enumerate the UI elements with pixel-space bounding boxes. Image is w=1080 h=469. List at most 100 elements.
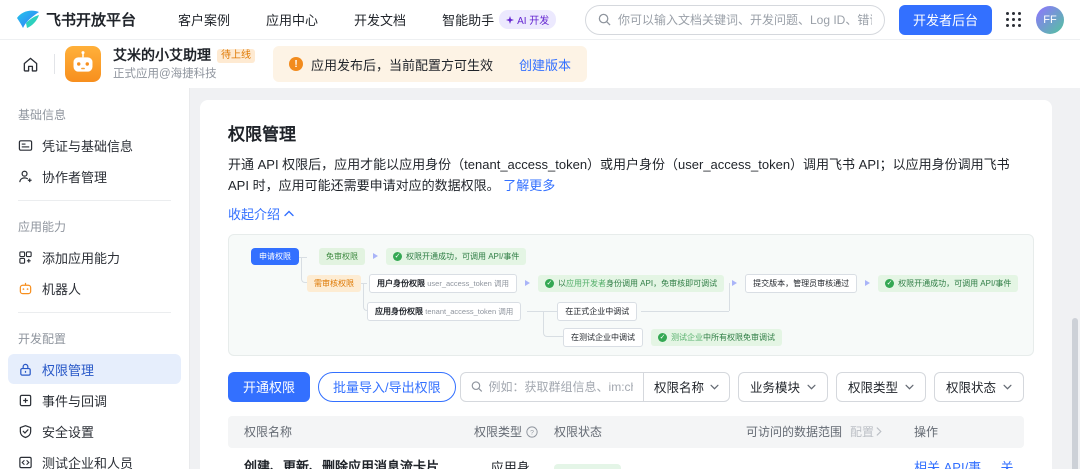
code-icon bbox=[19, 456, 32, 468]
divider bbox=[18, 200, 171, 201]
search-icon bbox=[598, 13, 611, 26]
col-action: 操作 bbox=[914, 425, 939, 440]
sidebar-item-collaborators[interactable]: 协作者管理 bbox=[8, 161, 181, 191]
global-search[interactable] bbox=[584, 4, 885, 35]
chevron-right-icon bbox=[876, 427, 882, 437]
home-button[interactable] bbox=[16, 50, 44, 78]
filter-business-module[interactable]: 业务模块 bbox=[737, 371, 828, 402]
table-toolbar: 开通权限 批量导入/导出权限 权限名称 bbox=[228, 371, 1024, 402]
chevron-down-icon bbox=[710, 384, 719, 390]
arrow-right-icon bbox=[732, 280, 738, 287]
publish-notice-banner: ! 应用发布后，当前配置方可生效 创建版本 bbox=[273, 46, 588, 82]
nav-item-ai-assistant[interactable]: 智能助手 AI 开发 bbox=[428, 10, 570, 29]
need-review-node: 需审核权限 bbox=[307, 274, 361, 292]
nav-item-app-center[interactable]: 应用中心 bbox=[252, 10, 332, 29]
sidebar-section-capability: 应用能力 bbox=[18, 220, 67, 234]
no-review-node: 免审权限 bbox=[319, 247, 365, 265]
app-subtitle: 正式应用@海捷科技 bbox=[113, 67, 217, 80]
collapse-intro-link[interactable]: 收起介绍 bbox=[228, 204, 294, 223]
scrollbar[interactable] bbox=[1072, 318, 1078, 469]
sidebar: 基础信息 凭证与基础信息 协作者管理 应用能力 添加应用能力 机器人 开发配置 … bbox=[0, 88, 190, 469]
apply-permission-node: 申请权限 bbox=[251, 247, 299, 265]
col-permission-status: 权限状态 bbox=[554, 425, 603, 440]
col-permission-name: 权限名称 bbox=[244, 425, 293, 440]
sidebar-item-security[interactable]: 安全设置 bbox=[8, 416, 181, 446]
success-badge: ✓ 权限开通成功，可调用 API/事件 bbox=[878, 274, 1019, 292]
chevron-up-icon bbox=[284, 210, 294, 217]
permission-name[interactable]: 创建、更新、删除应用消息流卡片 bbox=[244, 456, 439, 469]
user-debug-badge: ✓ 以应用开发者身份调用 API，免审核即可调试 bbox=[537, 274, 725, 292]
batch-import-export-button[interactable]: 批量导入/导出权限 bbox=[318, 371, 456, 402]
related-api-link[interactable]: 相关 API/事件 bbox=[914, 457, 986, 469]
top-navigation: 飞书开放平台 客户案例 应用中心 开发文档 智能助手 AI 开发 开发者后台 F… bbox=[0, 0, 1080, 40]
permission-card: 权限管理 开通 API 权限后，应用才能以应用身份（tenant_access_… bbox=[200, 100, 1052, 469]
check-circle-icon: ✓ bbox=[658, 332, 667, 342]
page-description: 开通 API 权限后，应用才能以应用身份（tenant_access_token… bbox=[228, 157, 1010, 194]
permission-search-input[interactable] bbox=[488, 379, 633, 394]
create-version-link[interactable]: 创建版本 bbox=[519, 55, 571, 74]
lock-icon bbox=[20, 363, 31, 376]
arrow-right-icon bbox=[524, 280, 530, 287]
home-icon bbox=[23, 57, 37, 72]
nav-item-customer-cases[interactable]: 客户案例 bbox=[164, 10, 244, 29]
search-field-select[interactable]: 权限名称 bbox=[642, 372, 729, 401]
permission-flow-diagram: 申请权限 免审权限 ✓ 权限开通成功，可调用 API/事件 需审核权限 用户身份… bbox=[228, 233, 1034, 356]
sidebar-item-permissions[interactable]: 权限管理 bbox=[8, 354, 181, 384]
chevron-down-icon bbox=[1003, 384, 1012, 390]
grid-add-icon bbox=[19, 250, 32, 264]
chevron-down-icon bbox=[807, 384, 816, 390]
user-identity-node: 用户身份权限 user_access_token 调用 bbox=[369, 273, 517, 293]
shield-icon bbox=[19, 424, 32, 438]
sidebar-item-events-callbacks[interactable]: 事件与回调 bbox=[8, 385, 181, 415]
arrow-right-icon bbox=[373, 253, 378, 260]
sidebar-item-test-company[interactable]: 测试企业和人员 bbox=[8, 447, 181, 469]
check-circle-icon: ✓ bbox=[393, 251, 402, 261]
permission-table: 权限名称 权限类型 ? 权限状态 可访问的数据范围 配置 操作 创建、更新、删除… bbox=[228, 415, 1024, 469]
app-grid-icon[interactable] bbox=[1006, 11, 1022, 28]
configure-link[interactable]: 配置 bbox=[850, 423, 883, 440]
tenant-identity-node: 应用身份权限 tenant_access_token 调用 bbox=[367, 301, 522, 321]
developer-console-button[interactable]: 开发者后台 bbox=[898, 4, 992, 35]
check-circle-icon: ✓ bbox=[885, 278, 895, 288]
warning-icon: ! bbox=[289, 57, 303, 71]
help-icon[interactable]: ? bbox=[526, 426, 538, 438]
sidebar-item-bot[interactable]: 机器人 bbox=[8, 273, 181, 303]
table-row: 创建、更新、删除应用消息流卡片 im:app_feed_card:write 应… bbox=[228, 448, 1024, 469]
permission-type-cell: 应用身份 bbox=[490, 459, 530, 469]
feishu-bird-icon bbox=[17, 10, 39, 28]
status-badge: ✓ 已开通 bbox=[554, 464, 622, 469]
divider bbox=[54, 54, 55, 74]
ai-dev-badge: AI 开发 bbox=[499, 10, 557, 29]
formal-company-node: 在正式企业中调试 bbox=[557, 301, 638, 321]
table-header: 权限名称 权限类型 ? 权限状态 可访问的数据范围 配置 操作 bbox=[228, 415, 1024, 448]
nav-item-dev-docs[interactable]: 开发文档 bbox=[340, 10, 420, 29]
open-permission-button[interactable]: 开通权限 bbox=[228, 371, 311, 402]
event-icon bbox=[19, 394, 32, 406]
permission-search-group: 权限名称 bbox=[459, 371, 730, 402]
connector bbox=[641, 310, 729, 312]
learn-more-link[interactable]: 了解更多 bbox=[503, 178, 555, 193]
col-permission-type: 权限类型 ? bbox=[458, 423, 538, 440]
sparkle-icon bbox=[506, 15, 515, 24]
filter-permission-type[interactable]: 权限类型 bbox=[835, 371, 926, 402]
filter-permission-status[interactable]: 权限状态 bbox=[933, 371, 1024, 402]
app-icon bbox=[65, 46, 101, 82]
feishu-logo[interactable]: 飞书开放平台 bbox=[16, 9, 136, 31]
notice-text: 应用发布后，当前配置方可生效 bbox=[311, 57, 494, 73]
app-status-badge: 待上线 bbox=[217, 48, 255, 64]
test-company-node: 在测试企业中调试 bbox=[563, 327, 643, 347]
id-card-icon bbox=[18, 139, 33, 151]
close-permission-link[interactable]: 关闭 bbox=[1000, 457, 1024, 469]
app-header-bar: 艾米的小艾助理 待上线 正式应用@海捷科技 ! 应用发布后，当前配置方可生效 创… bbox=[0, 40, 1080, 88]
user-add-icon bbox=[19, 170, 32, 182]
global-search-input[interactable] bbox=[617, 12, 872, 27]
platform-title: 飞书开放平台 bbox=[46, 12, 137, 29]
sidebar-section-basic: 基础信息 bbox=[18, 108, 67, 122]
sidebar-item-credentials[interactable]: 凭证与基础信息 bbox=[8, 130, 181, 160]
avatar[interactable]: FF bbox=[1036, 5, 1064, 34]
divider bbox=[18, 312, 171, 313]
test-company-badge: ✓ 测试企业中所有权限免审调试 bbox=[651, 328, 782, 346]
chevron-down-icon bbox=[905, 384, 914, 390]
arrow-right-icon bbox=[865, 280, 871, 287]
sidebar-item-add-capability[interactable]: 添加应用能力 bbox=[8, 242, 181, 272]
